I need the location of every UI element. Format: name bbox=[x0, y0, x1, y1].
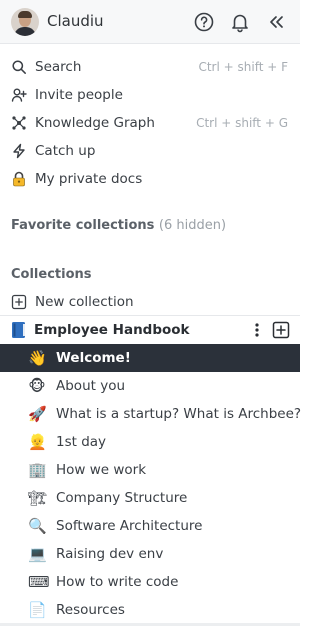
favorite-hidden-count: (6 hidden) bbox=[158, 218, 227, 233]
collapse-sidebar-icon[interactable] bbox=[264, 10, 288, 34]
avatar-hair bbox=[18, 11, 32, 18]
page-label: 1st day bbox=[56, 434, 107, 450]
favorite-collections-title: Favorite collections bbox=[11, 218, 155, 233]
page-1st-day[interactable]: 👱 1st day bbox=[0, 428, 300, 456]
search-icon bbox=[11, 59, 27, 75]
help-icon[interactable] bbox=[192, 10, 216, 34]
page-label: Resources bbox=[56, 602, 125, 618]
page-welcome[interactable]: 👋 Welcome! bbox=[0, 344, 300, 372]
page-label: What is a startup? What is Archbee? bbox=[56, 406, 302, 422]
sidebar-header: Claudiu bbox=[0, 0, 300, 44]
page-company-structure[interactable]: 🏗 Company Structure bbox=[0, 484, 300, 512]
collection-label: Employee Handbook bbox=[34, 322, 190, 338]
graph-shortcut: Ctrl + shift + G bbox=[196, 116, 288, 130]
page-label: Company Structure bbox=[56, 490, 188, 506]
new-collection-label: New collection bbox=[35, 294, 134, 310]
page-what-is-a-startup[interactable]: 🚀 What is a startup? What is Archbee? bbox=[0, 400, 302, 428]
page-label: How to write code bbox=[56, 574, 179, 590]
page-how-to-write-code[interactable]: ⌨ How to write code bbox=[0, 568, 300, 596]
nav-invite-people[interactable]: Invite people bbox=[0, 81, 300, 109]
book-icon bbox=[11, 321, 27, 339]
favorite-collections-heading[interactable]: Favorite collections (6 hidden) bbox=[11, 218, 226, 233]
plus-square-icon bbox=[11, 294, 27, 310]
rocket-icon: 🚀 bbox=[28, 405, 47, 423]
page-label: Software Architecture bbox=[56, 518, 203, 534]
page-label: How we work bbox=[56, 462, 147, 478]
page-software-architecture[interactable]: 🔍 Software Architecture bbox=[0, 512, 300, 540]
construction-icon: 🏗 bbox=[28, 489, 48, 507]
bell-icon[interactable] bbox=[228, 10, 252, 34]
collections-heading: Collections bbox=[11, 267, 92, 282]
monkey-icon: 🐵 bbox=[28, 377, 46, 395]
page-label: Welcome! bbox=[56, 350, 131, 366]
nav-search[interactable]: Search Ctrl + shift + F bbox=[0, 53, 300, 81]
avatar[interactable] bbox=[11, 8, 39, 36]
nav-invite-label: Invite people bbox=[35, 87, 123, 103]
page-how-we-work[interactable]: 🏢 How we work bbox=[0, 456, 300, 484]
page-label: About you bbox=[56, 378, 126, 394]
magnifying-glass-icon: 🔍 bbox=[28, 517, 47, 535]
lock-icon bbox=[11, 171, 27, 187]
waving-hand-icon: 👋 bbox=[28, 349, 47, 367]
nav-catchup-label: Catch up bbox=[35, 143, 96, 159]
user-name[interactable]: Claudiu bbox=[47, 12, 104, 30]
collection-employee-handbook[interactable]: Employee Handbook bbox=[0, 316, 300, 344]
add-user-icon bbox=[11, 87, 27, 103]
page-about-you[interactable]: 🐵 About you bbox=[0, 372, 300, 400]
laptop-icon: 💻 bbox=[28, 545, 47, 563]
nav-catch-up[interactable]: Catch up bbox=[0, 137, 300, 165]
document-icon: 📄 bbox=[28, 601, 47, 619]
graph-icon bbox=[11, 115, 27, 131]
add-page-icon[interactable] bbox=[272, 321, 290, 339]
avatar-body bbox=[14, 27, 36, 36]
lightning-icon bbox=[11, 143, 27, 159]
nav-graph-label: Knowledge Graph bbox=[35, 115, 155, 131]
search-shortcut: Ctrl + shift + F bbox=[198, 60, 288, 74]
more-options-icon[interactable] bbox=[251, 322, 263, 338]
nav-private-label: My private docs bbox=[35, 171, 143, 187]
person-icon: 👱 bbox=[28, 433, 47, 451]
page-resources[interactable]: 📄 Resources bbox=[0, 596, 300, 624]
nav-private-docs[interactable]: My private docs bbox=[0, 165, 300, 193]
new-collection-button[interactable]: New collection bbox=[0, 288, 300, 316]
office-building-icon: 🏢 bbox=[28, 461, 47, 479]
nav-search-label: Search bbox=[35, 59, 82, 75]
page-raising-dev-env[interactable]: 💻 Raising dev env bbox=[0, 540, 300, 568]
page-label: Raising dev env bbox=[56, 546, 164, 562]
nav-knowledge-graph[interactable]: Knowledge Graph Ctrl + shift + G bbox=[0, 109, 300, 137]
keyboard-icon: ⌨ bbox=[28, 573, 50, 591]
